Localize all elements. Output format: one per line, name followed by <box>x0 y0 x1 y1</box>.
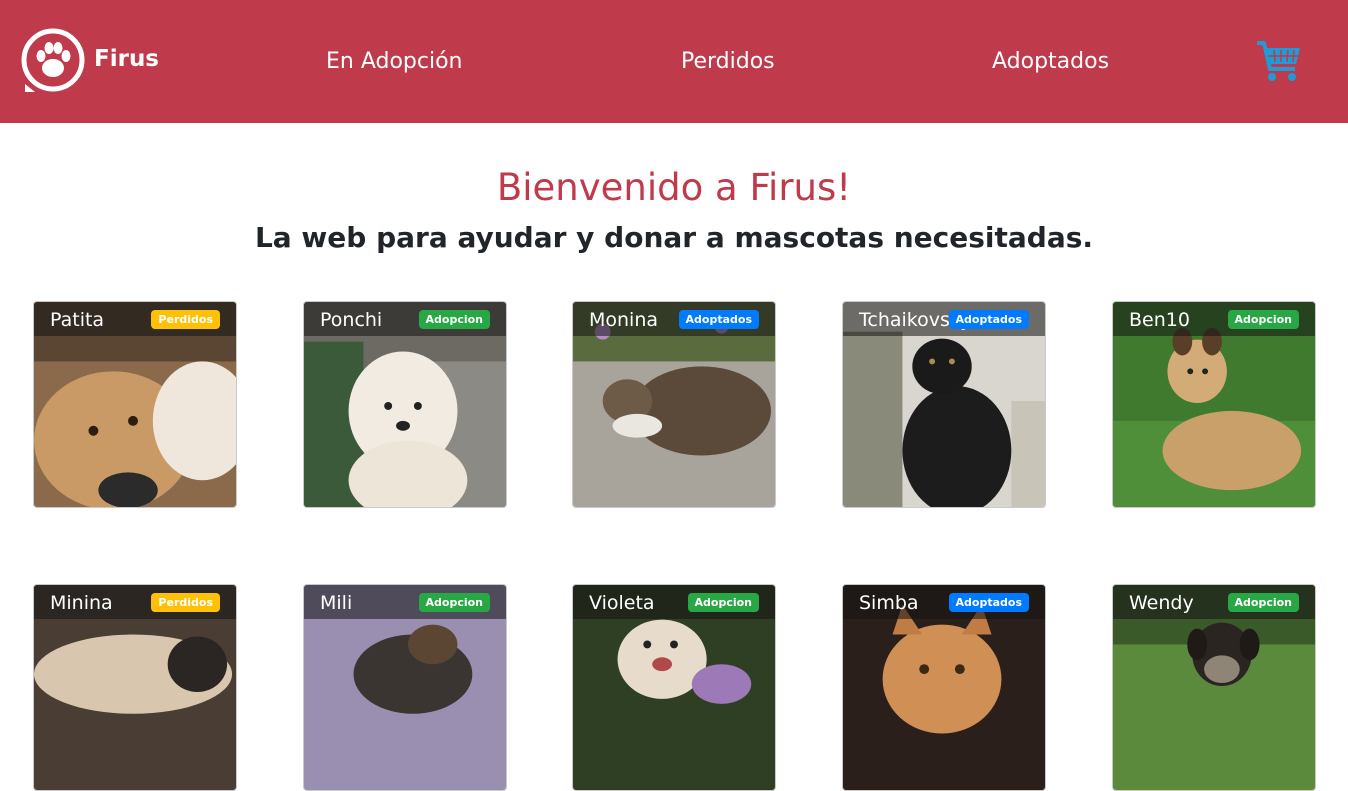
pet-name: Violeta <box>589 592 655 614</box>
pet-name: Ponchi <box>320 309 383 331</box>
pet-name: Simba <box>859 592 919 614</box>
page-title: Bienvenido a Firus! <box>496 166 852 209</box>
pet-name: Ben10 <box>1129 309 1190 331</box>
status-badge: Adoptados <box>678 310 759 329</box>
status-badge: Perdidos <box>151 593 220 612</box>
pet-name: Wendy <box>1129 592 1194 614</box>
pet-name: Monina <box>589 309 659 331</box>
status-badge: Adoptados <box>948 593 1029 612</box>
status-badge: Adopcion <box>1227 310 1299 329</box>
pet-card[interactable]: Wendy Adopcion <box>1112 584 1316 791</box>
page-subtitle: La web para ayudar y donar a mascotas ne… <box>254 221 1094 254</box>
paw-icon[interactable] <box>21 28 85 92</box>
brand-name[interactable]: Firus <box>94 46 159 72</box>
pet-card[interactable]: Patita Perdidos <box>33 301 237 508</box>
nav-en-adopcion[interactable]: En Adopción <box>326 49 463 74</box>
status-badge: Adopcion <box>687 593 759 612</box>
pet-name: Mili <box>320 592 353 614</box>
pet-card[interactable]: Monina Adoptados <box>572 301 776 508</box>
shopping-cart-icon[interactable] <box>1255 37 1303 85</box>
status-badge: Adopcion <box>418 593 490 612</box>
pet-card[interactable]: Ben10 Adopcion <box>1112 301 1316 508</box>
pet-name: Minina <box>50 592 113 614</box>
nav-perdidos[interactable]: Perdidos <box>681 49 775 74</box>
navbar: Firus En Adopción Perdidos Adoptados <box>0 0 1348 123</box>
nav-adoptados[interactable]: Adoptados <box>992 49 1109 74</box>
pet-name: Patita <box>50 309 105 331</box>
pet-card[interactable]: Tchaikovsky Adoptados <box>842 301 1046 508</box>
status-badge: Adoptados <box>948 310 1029 329</box>
pet-card[interactable]: Simba Adoptados <box>842 584 1046 791</box>
status-badge: Adopcion <box>418 310 490 329</box>
pet-card[interactable]: Violeta Adopcion <box>572 584 776 791</box>
status-badge: Adopcion <box>1227 593 1299 612</box>
status-badge: Perdidos <box>151 310 220 329</box>
pet-card[interactable]: Mili Adopcion <box>303 584 507 791</box>
pet-card[interactable]: Minina Perdidos <box>33 584 237 791</box>
pet-card[interactable]: Ponchi Adopcion <box>303 301 507 508</box>
